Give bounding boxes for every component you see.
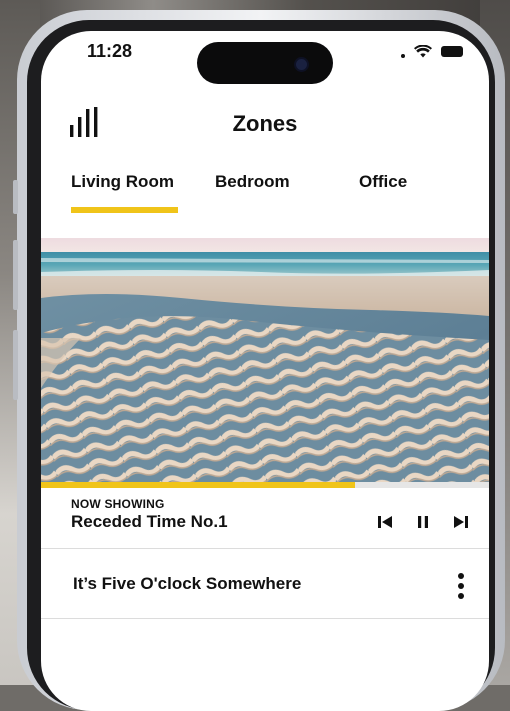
now-showing-label: NOW SHOWING bbox=[71, 497, 165, 511]
phone-screen: 11:28 Zones Living Room Bedroom Office N… bbox=[41, 31, 489, 711]
status-time: 11:28 bbox=[87, 41, 133, 61]
pause-icon[interactable] bbox=[413, 512, 433, 532]
artwork-image bbox=[41, 238, 489, 485]
playback-controls bbox=[375, 512, 471, 532]
list-item-title: It’s Five O'clock Somewhere bbox=[73, 574, 302, 593]
wifi-icon bbox=[414, 45, 432, 58]
phone-side-button bbox=[13, 180, 18, 214]
divider bbox=[41, 548, 489, 549]
battery-icon bbox=[441, 46, 463, 57]
phone-side-button bbox=[13, 240, 18, 310]
tab-living-room[interactable]: Living Room bbox=[71, 172, 174, 192]
zone-tabs: Living Room Bedroom Office bbox=[41, 172, 489, 212]
tab-office[interactable]: Office bbox=[359, 172, 407, 192]
phone-side-button bbox=[13, 330, 18, 400]
list-item[interactable]: It’s Five O'clock Somewhere bbox=[41, 550, 489, 618]
more-vertical-icon[interactable] bbox=[454, 572, 468, 600]
camera-icon bbox=[294, 57, 309, 72]
status-icons bbox=[401, 45, 463, 58]
dynamic-island bbox=[197, 42, 333, 84]
skip-back-icon[interactable] bbox=[375, 512, 395, 532]
tab-active-indicator bbox=[71, 207, 178, 213]
playback-progress-bar[interactable] bbox=[41, 482, 489, 488]
playback-progress-fill bbox=[41, 482, 355, 488]
signal-icon bbox=[401, 53, 405, 58]
skip-forward-icon[interactable] bbox=[451, 512, 471, 532]
divider bbox=[41, 618, 489, 619]
tab-bedroom[interactable]: Bedroom bbox=[215, 172, 290, 192]
page-title: Zones bbox=[232, 111, 298, 136]
now-showing-title: Receded Time No.1 bbox=[71, 512, 228, 531]
